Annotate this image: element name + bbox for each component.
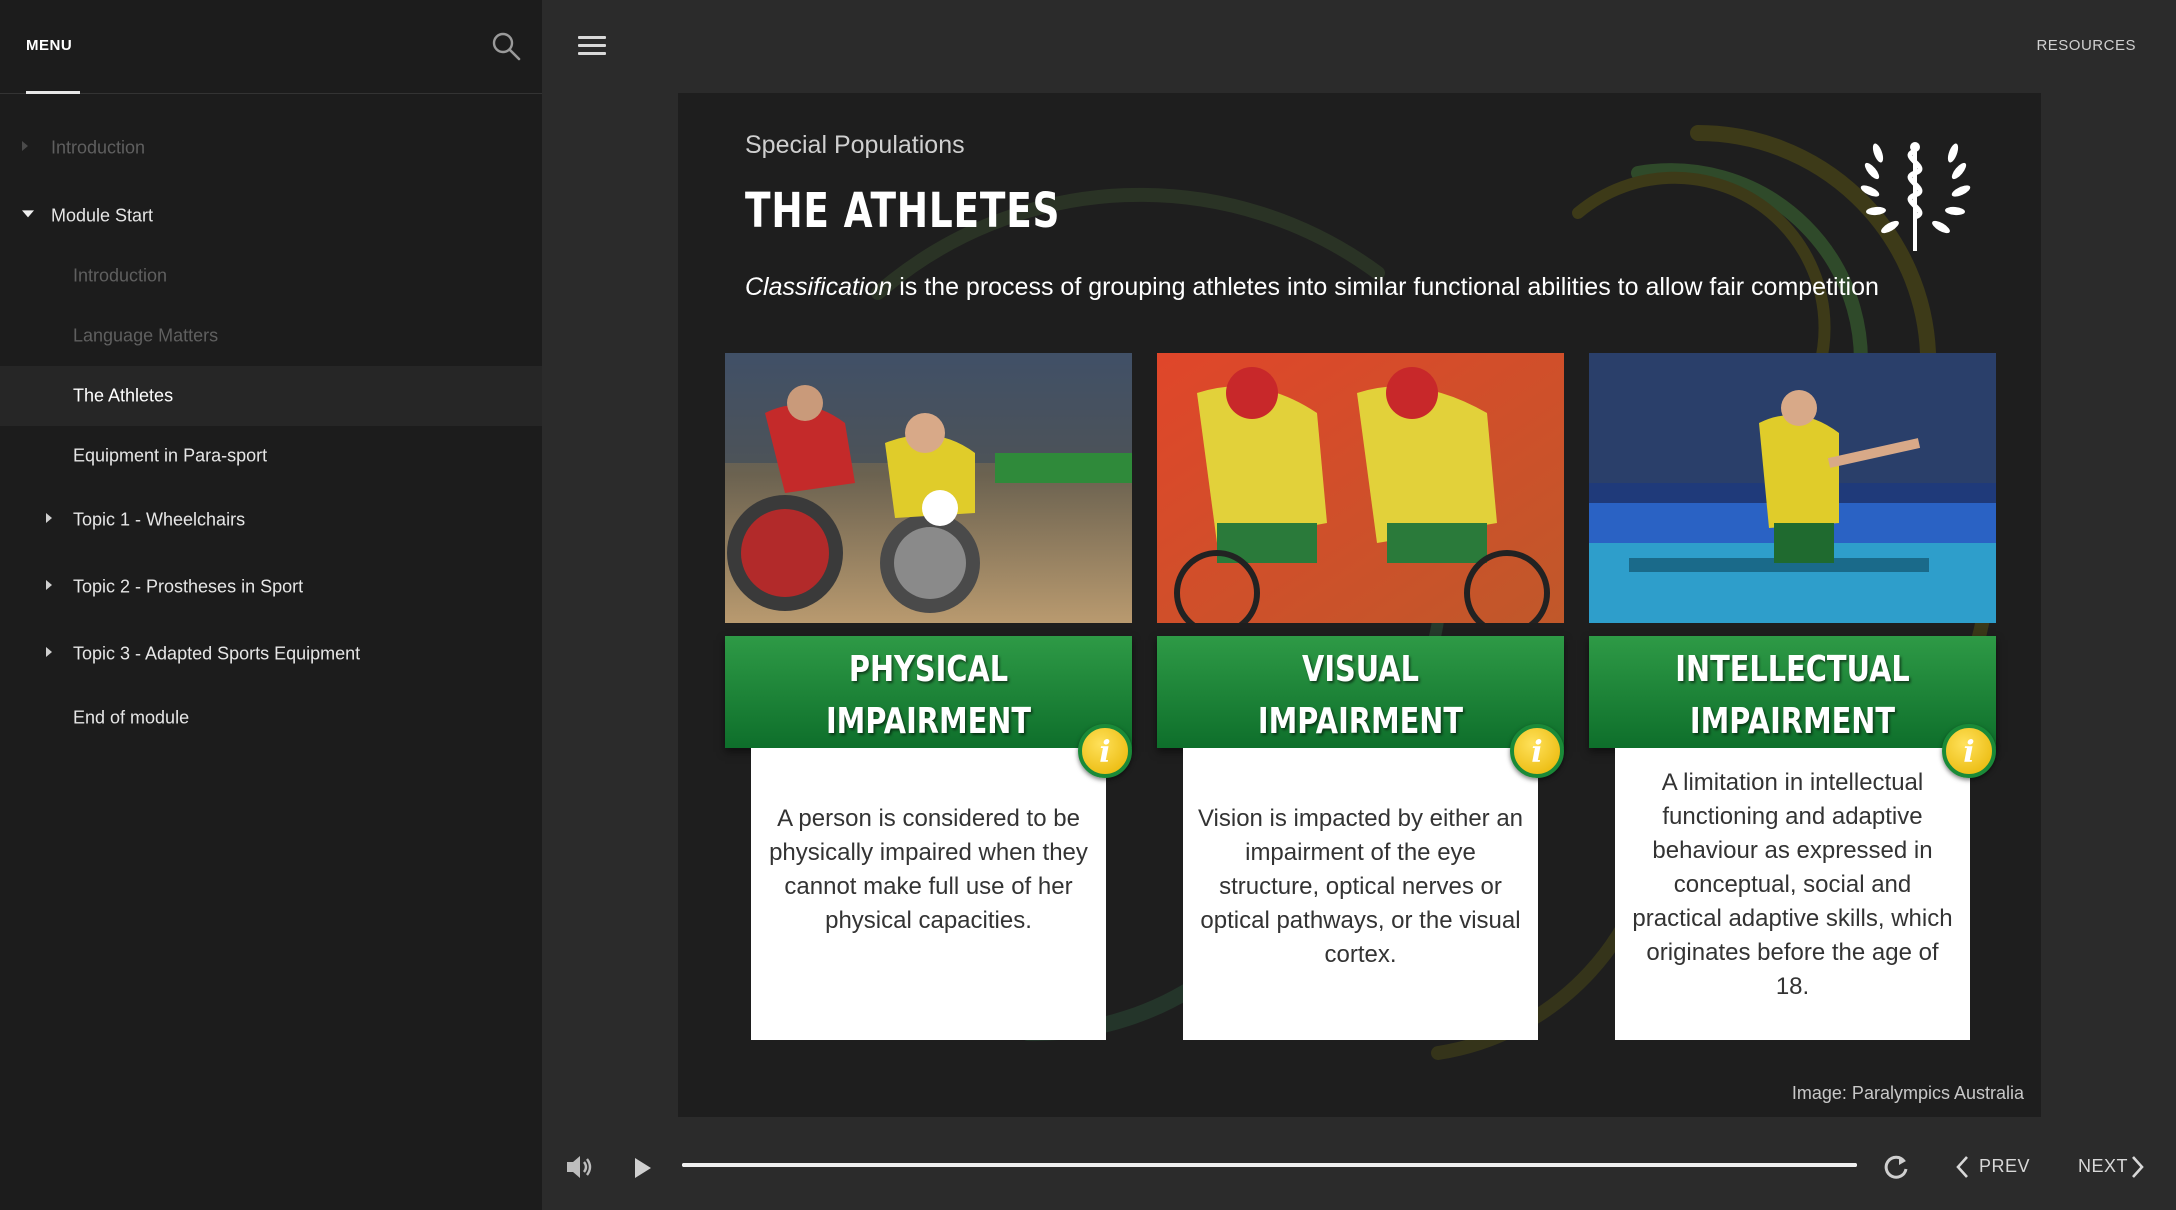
caret-right-icon (46, 647, 52, 657)
main-content: RESOURCES Special Populations THE ATHLET… (542, 0, 2176, 1210)
sidebar-item-module-introduction[interactable]: Introduction (0, 246, 542, 306)
progress-bar[interactable] (682, 1163, 1857, 1167)
resources-link[interactable]: RESOURCES (2036, 37, 2136, 54)
slide-subtitle: Special Populations (745, 131, 965, 159)
caret-right-icon (46, 513, 52, 523)
classification-text: is the process of grouping athletes into… (892, 273, 1879, 301)
sidebar-item-label: Language Matters (73, 325, 219, 346)
replay-icon[interactable] (1882, 1153, 1910, 1189)
info-glyph: i (1531, 735, 1543, 770)
sidebar-item-language-matters[interactable]: Language Matters (0, 306, 542, 366)
slide: Special Populations THE ATHLETES Classif… (678, 93, 2041, 1117)
sidebar-item-topic-1[interactable]: Topic 1 - Wheelchairs (0, 486, 542, 554)
play-icon[interactable] (631, 1155, 655, 1191)
sidebar-item-introduction[interactable]: Introduction (0, 118, 542, 178)
laurel-emblem-icon (1860, 142, 1971, 251)
next-button[interactable]: NEXT (2078, 1156, 2128, 1177)
sidebar-item-end-of-module[interactable]: End of module (0, 688, 542, 748)
progress-fill (682, 1163, 1857, 1167)
banner-line: PHYSICAL (848, 649, 1009, 690)
table-tennis-photo (1589, 353, 1996, 623)
info-icon-visual[interactable]: i (1510, 724, 1564, 778)
physical-impairment-description: A person is considered to be physically … (751, 748, 1106, 1040)
sidebar-item-label: Module Start (51, 205, 154, 226)
banner-line: INTELLECTUAL (1675, 649, 1910, 690)
volume-icon[interactable] (564, 1152, 596, 1188)
sidebar-menu: MENU Introduction Module Start Introduct… (0, 0, 542, 1210)
sidebar-item-label: End of module (73, 707, 190, 728)
banner-line: IMPAIRMENT (825, 701, 1032, 742)
intellectual-impairment-description: A limitation in intellectual functioning… (1615, 748, 1970, 1040)
caret-right-icon (22, 141, 28, 151)
sidebar-item-topic-2[interactable]: Topic 2 - Prostheses in Sport (0, 554, 542, 620)
sidebar-item-module-start[interactable]: Module Start (0, 186, 542, 246)
sidebar-item-label: Topic 1 - Wheelchairs (73, 509, 246, 530)
banner-line: VISUAL (1302, 649, 1419, 690)
sidebar-item-the-athletes[interactable]: The Athletes (0, 366, 542, 426)
chevron-right-icon[interactable] (2128, 1154, 2146, 1190)
search-icon[interactable] (490, 30, 524, 64)
banner-line: IMPAIRMENT (1689, 701, 1896, 742)
card-description: A limitation in intellectual functioning… (1632, 769, 1953, 1000)
sidebar-item-topic-3[interactable]: Topic 3 - Adapted Sports Equipment (0, 620, 542, 688)
info-glyph: i (1099, 735, 1111, 770)
menu-tab-indicator (26, 91, 80, 94)
tandem-cycling-photo (1157, 353, 1564, 623)
card-description: A person is considered to be physically … (769, 805, 1088, 934)
menu-tab[interactable]: MENU (26, 0, 72, 94)
image-credit: Image: Paralympics Australia (1791, 1083, 2024, 1103)
hamburger-menu-icon[interactable] (578, 36, 606, 56)
info-icon-physical[interactable]: i (1078, 724, 1132, 778)
sidebar-item-equipment-in-para-sport[interactable]: Equipment in Para-sport (0, 426, 542, 486)
sidebar-item-label: Introduction (51, 137, 146, 158)
card-description: Vision is impacted by either an impairme… (1197, 805, 1524, 968)
sidebar-item-label: Topic 2 - Prostheses in Sport (73, 576, 304, 597)
sidebar-item-label: The Athletes (73, 385, 174, 406)
visual-impairment-banner: VISUAL IMPAIRMENT (1157, 636, 1564, 748)
info-icon-intellectual[interactable]: i (1942, 724, 1996, 778)
info-glyph: i (1963, 735, 1975, 770)
caret-down-icon (22, 210, 34, 218)
classification-definition: Classification is the process of groupin… (745, 273, 1879, 302)
sidebar-item-label: Introduction (73, 265, 168, 286)
sidebar-header: MENU (0, 0, 542, 94)
prev-button[interactable]: PREV (1979, 1156, 2030, 1177)
caret-right-icon (46, 580, 52, 590)
visual-impairment-description: Vision is impacted by either an impairme… (1183, 748, 1538, 1040)
banner-line: IMPAIRMENT (1257, 701, 1464, 742)
slide-title: THE ATHLETES (745, 183, 1061, 239)
classification-term: Classification (745, 273, 893, 301)
intellectual-impairment-banner: INTELLECTUAL IMPAIRMENT (1589, 636, 1996, 748)
sidebar-nav-list: Introduction Module Start Introduction L… (0, 118, 542, 748)
sidebar-item-label: Equipment in Para-sport (73, 445, 268, 466)
sidebar-item-label: Topic 3 - Adapted Sports Equipment (73, 643, 361, 664)
chevron-left-icon[interactable] (1954, 1154, 1972, 1190)
wheelchair-rugby-photo (725, 353, 1132, 623)
physical-impairment-banner: PHYSICAL IMPAIRMENT (725, 636, 1132, 748)
